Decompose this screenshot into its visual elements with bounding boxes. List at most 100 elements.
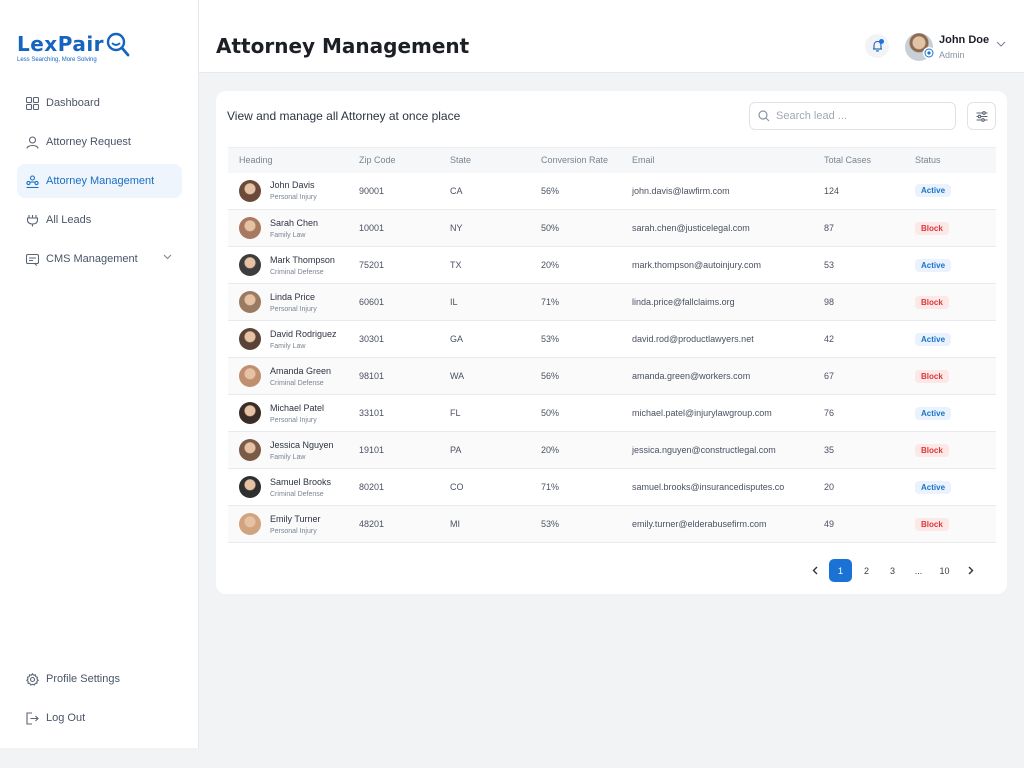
page-button-3[interactable]: 3 <box>881 559 904 582</box>
table-row[interactable]: Mark Thompson Criminal Defense 75201 TX 20% m… <box>228 246 996 284</box>
cell-email: michael.patel@injurylawgroup.com <box>621 394 813 432</box>
search-icon <box>758 110 770 122</box>
cell-heading: John Davis Personal Injury <box>228 172 348 210</box>
admin-badge-icon <box>923 47 935 59</box>
column-header-conversion-rate[interactable]: Conversion Rate <box>530 147 621 173</box>
next-page-button[interactable] <box>959 559 982 582</box>
page-button-10[interactable]: 10 <box>933 559 956 582</box>
sidebar-item-attorney-management[interactable]: Attorney Management <box>17 164 182 198</box>
sidebar-item-all-leads[interactable]: All Leads <box>17 203 182 237</box>
sidebar-item-dashboard[interactable]: Dashboard <box>17 86 182 120</box>
cell-status: Active <box>904 172 996 210</box>
cell-state: TX <box>439 246 530 284</box>
user-icon <box>25 135 39 149</box>
cell-zip-code: 33101 <box>348 394 439 432</box>
sidebar: LexPair Less Searching, More Solving Das… <box>0 0 199 748</box>
cell-conversion-rate: 20% <box>530 246 621 284</box>
status-badge[interactable]: Active <box>915 258 952 272</box>
prev-page-button[interactable] <box>803 559 826 582</box>
notification-button[interactable] <box>865 34 889 58</box>
cell-status: Block <box>904 431 996 469</box>
practice-area: Personal Injury <box>270 527 317 535</box>
filter-button[interactable] <box>967 102 996 130</box>
status-badge[interactable]: Block <box>915 443 949 457</box>
cell-heading: Samuel Brooks Criminal Defense <box>228 468 348 506</box>
cell-state: MI <box>439 505 530 543</box>
avatar <box>239 179 261 202</box>
status-badge[interactable]: Block <box>915 369 949 383</box>
column-header-status[interactable]: Status <box>904 147 996 173</box>
cell-state: CO <box>439 468 530 506</box>
sidebar-item-attorney-request[interactable]: Attorney Request <box>17 125 182 159</box>
brand-name: LexPair <box>17 32 105 56</box>
page-title: Attorney Management <box>216 34 470 58</box>
attorney-table: Heading Zip Code State Conversion Rate E… <box>228 147 996 543</box>
cell-heading: Mark Thompson Criminal Defense <box>228 246 348 284</box>
column-header-total-cases[interactable]: Total Cases <box>813 147 904 173</box>
attorney-name: Michael Patel <box>270 402 325 413</box>
column-header-heading[interactable]: Heading <box>228 147 348 173</box>
table-row[interactable]: John Davis Personal Injury 90001 CA 56% john.… <box>228 172 996 210</box>
practice-area: Personal Injury <box>270 305 317 313</box>
status-badge[interactable]: Active <box>915 332 952 346</box>
table-row[interactable]: Emily Turner Personal Injury 48201 MI 53% emi… <box>228 505 996 543</box>
cell-status: Active <box>904 246 996 284</box>
cell-state: FL <box>439 394 530 432</box>
user-name: John Doe <box>939 34 990 46</box>
chevron-right-icon <box>968 566 973 575</box>
status-badge[interactable]: Active <box>915 406 952 420</box>
cell-total-cases: 124 <box>813 172 904 210</box>
cell-email: emily.turner@elderabusefirm.com <box>621 505 813 543</box>
cell-heading: Emily Turner Personal Injury <box>228 505 348 543</box>
chevron-down-icon[interactable] <box>996 41 1006 47</box>
status-badge[interactable]: Active <box>915 480 952 494</box>
table-row[interactable]: Samuel Brooks Criminal Defense 80201 CO 71% s… <box>228 468 996 506</box>
avatar <box>239 402 261 424</box>
cell-zip-code: 80201 <box>348 468 439 506</box>
table-row[interactable]: Jessica Nguyen Family Law 19101 PA 20% jessic… <box>228 431 996 469</box>
filter-sliders-icon <box>976 110 987 122</box>
cell-total-cases: 87 <box>813 209 904 247</box>
column-header-zip-code[interactable]: Zip Code <box>348 147 439 173</box>
sidebar-bottom-nav: Profile Settings Log Out <box>17 662 182 740</box>
cell-heading: David Rodriguez Family Law <box>228 320 348 358</box>
avatar <box>239 513 261 535</box>
sidebar-item-cms-management[interactable]: CMS Management <box>17 242 182 276</box>
search-input[interactable] <box>776 110 936 122</box>
sidebar-item-label: Profile Settings <box>46 673 120 685</box>
status-badge[interactable]: Active <box>915 184 952 198</box>
table-row[interactable]: Sarah Chen Family Law 10001 NY 50% sarah.chen… <box>228 209 996 247</box>
attorney-name: Mark Thompson <box>270 254 335 265</box>
attorney-name: Amanda Green <box>270 365 332 376</box>
column-header-email[interactable]: Email <box>621 147 813 173</box>
sidebar-item-profile-settings[interactable]: Profile Settings <box>17 662 182 696</box>
magnifier-logo-icon <box>106 32 130 57</box>
practice-area: Criminal Defense <box>270 268 324 276</box>
logo[interactable]: LexPair Less Searching, More Solving <box>17 32 130 63</box>
cell-email: amanda.green@workers.com <box>621 357 813 395</box>
sidebar-item-log-out[interactable]: Log Out <box>17 701 182 735</box>
avatar <box>239 291 261 313</box>
table-row[interactable]: Amanda Green Criminal Defense 98101 WA 56% am… <box>228 357 996 395</box>
table-row[interactable]: Linda Price Personal Injury 60601 IL 71% lind… <box>228 283 996 321</box>
status-badge[interactable]: Block <box>915 221 949 235</box>
page-button-2[interactable]: 2 <box>855 559 878 582</box>
sidebar-item-label: Log Out <box>46 712 86 724</box>
status-badge[interactable]: Block <box>915 295 949 309</box>
attorney-name: Linda Price <box>270 291 316 302</box>
chevron-down-icon[interactable] <box>163 254 172 260</box>
cell-zip-code: 90001 <box>348 172 439 210</box>
cell-conversion-rate: 53% <box>530 505 621 543</box>
cell-zip-code: 98101 <box>348 357 439 395</box>
cell-heading: Amanda Green Criminal Defense <box>228 357 348 395</box>
cell-status: Block <box>904 209 996 247</box>
search-box[interactable] <box>749 102 956 130</box>
cms-icon <box>25 252 39 266</box>
cell-total-cases: 67 <box>813 357 904 395</box>
cell-conversion-rate: 71% <box>530 468 621 506</box>
status-badge[interactable]: Block <box>915 517 949 531</box>
page-button-1[interactable]: 1 <box>829 559 852 582</box>
table-row[interactable]: David Rodriguez Family Law 30301 GA 53% david… <box>228 320 996 358</box>
column-header-state[interactable]: State <box>439 147 530 173</box>
table-row[interactable]: Michael Patel Personal Injury 33101 FL 50% mi… <box>228 394 996 432</box>
